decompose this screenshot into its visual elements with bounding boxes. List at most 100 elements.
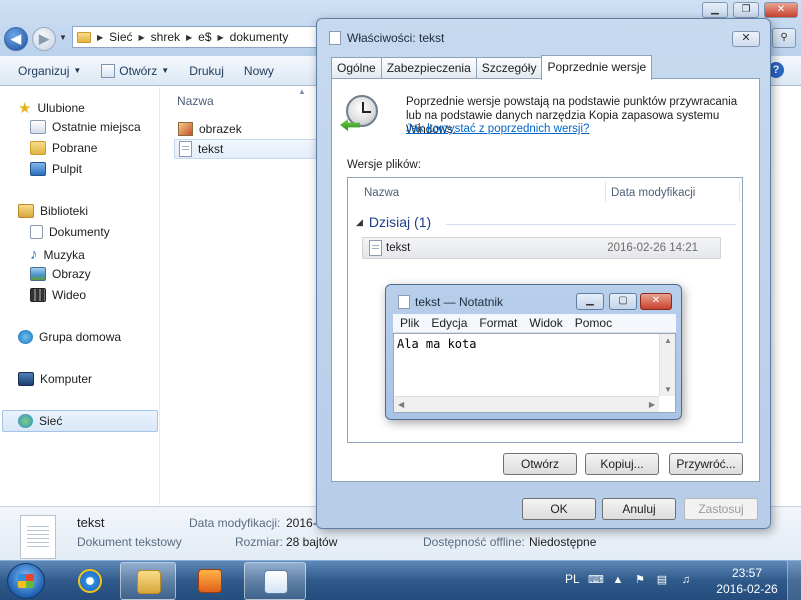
breadcrumb-item[interactable]: e$ <box>198 30 211 44</box>
minimize-button[interactable]: ▁ <box>702 2 728 18</box>
group-divider <box>446 224 736 225</box>
start-button[interactable] <box>7 563 45 599</box>
sidebar-item-videos[interactable]: Wideo <box>30 288 86 302</box>
sidebar-item-label: Sieć <box>39 414 63 428</box>
sidebar-item-pictures[interactable]: Obrazy <box>30 267 91 281</box>
language-indicator[interactable]: PL <box>565 572 580 586</box>
cancel-button[interactable]: Anuluj <box>602 498 676 520</box>
scroll-right-icon[interactable]: ▶ <box>649 400 655 409</box>
ok-button[interactable]: OK <box>522 498 596 520</box>
menu-format[interactable]: Format <box>479 316 517 330</box>
breadcrumb-item[interactable]: dokumenty <box>230 30 289 44</box>
sidebar-item-computer[interactable]: Komputer <box>18 372 92 386</box>
collapse-triangle-icon: ◢ <box>356 216 363 227</box>
menu-help[interactable]: Pomoc <box>575 316 612 330</box>
maximize-button[interactable]: ❐ <box>733 2 759 18</box>
keyboard-icon[interactable]: ⌨ <box>588 574 604 586</box>
menu-edit[interactable]: Edycja <box>431 316 467 330</box>
show-hidden-icons-icon[interactable]: ▲ <box>612 574 624 586</box>
volume-icon[interactable]: ♫ <box>680 574 692 586</box>
dialog-close-button[interactable]: ✕ <box>732 31 760 47</box>
taskbar-notepad[interactable] <box>244 562 306 600</box>
column-header-name[interactable]: Nazwa <box>364 187 399 199</box>
print-label: Drukuj <box>189 63 224 78</box>
notepad-text-area[interactable]: Ala ma kota ▲ ▼ ◀ ▶ <box>393 333 676 413</box>
minimize-button[interactable]: ▁ <box>576 293 604 310</box>
tab-previous-versions[interactable]: Poprzednie wersje <box>541 55 653 80</box>
taskbar-internet-explorer[interactable] <box>62 562 118 600</box>
notepad-content[interactable]: Ala ma kota <box>397 337 476 351</box>
taskbar-explorer[interactable] <box>120 562 176 600</box>
file-row[interactable]: obrazek <box>174 119 324 139</box>
open-button[interactable]: Otwórz ▼ <box>93 60 177 82</box>
notepad-window: tekst — Notatnik ▁ ▢ ✕ Plik Edycja Forma… <box>385 284 682 420</box>
tab-general[interactable]: Ogólne <box>331 57 382 79</box>
sidebar-item-favorites[interactable]: ★ Ulubione <box>18 99 85 117</box>
scroll-left-icon[interactable]: ◀ <box>398 400 404 409</box>
address-bar[interactable]: ▶ Sieć ▶ shrek ▶ e$ ▶ dokumenty <box>72 26 330 48</box>
file-list: Nazwa ▲ obrazek tekst <box>168 87 324 505</box>
sidebar-item-documents[interactable]: Dokumenty <box>30 225 110 239</box>
taskbar-media-player[interactable] <box>182 562 238 600</box>
clock-date: 2016-02-26 <box>716 582 778 596</box>
tab-security[interactable]: Zabezpieczenia <box>380 57 477 79</box>
chevron-right-icon[interactable]: ▶ <box>218 33 224 42</box>
help-link[interactable]: Jak korzystać z poprzednich wersji? <box>406 123 589 135</box>
sidebar-item-homegroup[interactable]: Grupa domowa <box>18 330 121 344</box>
print-button[interactable]: Drukuj <box>181 60 232 82</box>
search-icon[interactable]: ⚲ <box>772 28 796 48</box>
details-file-name: tekst <box>77 515 105 530</box>
tab-details[interactable]: Szczegóły <box>475 57 543 79</box>
copy-button[interactable]: Kopiuj... <box>585 453 659 475</box>
sidebar-item-music[interactable]: ♪ Muzyka <box>30 246 85 263</box>
details-size-value: 28 bajtów <box>286 535 338 549</box>
sidebar-item-libraries[interactable]: Biblioteki <box>18 204 88 218</box>
close-button[interactable]: ✕ <box>764 2 798 18</box>
menu-file[interactable]: Plik <box>400 316 419 330</box>
scroll-up-icon[interactable]: ▲ <box>664 336 672 345</box>
desktop-icon <box>30 162 46 176</box>
network-icon[interactable]: ▤ <box>656 574 668 586</box>
file-row[interactable]: tekst <box>174 139 324 159</box>
new-folder-button[interactable]: Nowy <box>236 60 282 82</box>
vertical-scrollbar[interactable]: ▲ ▼ <box>659 334 675 396</box>
sidebar-item-desktop[interactable]: Pulpit <box>30 162 82 176</box>
open-button[interactable]: Otwórz <box>503 453 577 475</box>
group-label: Dzisiaj (1) <box>368 214 432 230</box>
sidebar-item-label: Obrazy <box>52 267 91 281</box>
homegroup-icon <box>18 330 33 344</box>
chevron-right-icon[interactable]: ▶ <box>139 33 145 42</box>
menu-view[interactable]: Widok <box>529 316 562 330</box>
sidebar-item-recent[interactable]: Ostatnie miejsca <box>30 120 141 134</box>
horizontal-scrollbar[interactable]: ◀ ▶ <box>394 396 659 412</box>
dialog-title-text: Właściwości: tekst <box>347 31 445 45</box>
scroll-down-icon[interactable]: ▼ <box>664 385 672 394</box>
breadcrumb-item[interactable]: shrek <box>151 30 180 44</box>
forward-arrow-icon[interactable]: ▶ <box>32 27 56 51</box>
breadcrumb-item[interactable]: Sieć <box>109 30 132 44</box>
chevron-right-icon[interactable]: ▶ <box>186 33 192 42</box>
version-row[interactable]: tekst 2016-02-26 14:21 <box>362 237 721 259</box>
restore-button[interactable]: Przywróć... <box>669 453 743 475</box>
documents-icon <box>30 225 43 239</box>
sidebar-item-downloads[interactable]: Pobrane <box>30 141 97 155</box>
group-header[interactable]: ◢ Dzisiaj (1) <box>356 214 431 230</box>
version-name: tekst <box>386 242 411 254</box>
organize-button[interactable]: Organizuj ▼ <box>10 60 89 82</box>
show-desktop-button[interactable] <box>787 561 801 600</box>
column-header-name[interactable]: Nazwa <box>177 94 214 108</box>
restore-clock-icon <box>346 95 378 127</box>
media-player-icon <box>198 569 222 593</box>
system-clock[interactable]: 23:57 2016-02-26 <box>716 565 778 597</box>
maximize-button[interactable]: ▢ <box>609 293 637 310</box>
sidebar-item-network[interactable]: Sieć <box>18 414 62 428</box>
column-header-date[interactable]: Data modyfikacji <box>611 187 695 199</box>
notepad-icon <box>101 63 116 78</box>
close-button[interactable]: ✕ <box>640 293 672 310</box>
back-arrow-icon[interactable]: ◀ <box>4 27 28 51</box>
column-divider <box>739 182 740 202</box>
chevron-right-icon[interactable]: ▶ <box>97 33 103 42</box>
history-dropdown-icon[interactable]: ▼ <box>59 33 67 42</box>
action-center-flag-icon[interactable]: ⚑ <box>634 574 646 586</box>
sidebar-item-label: Pulpit <box>52 162 83 176</box>
